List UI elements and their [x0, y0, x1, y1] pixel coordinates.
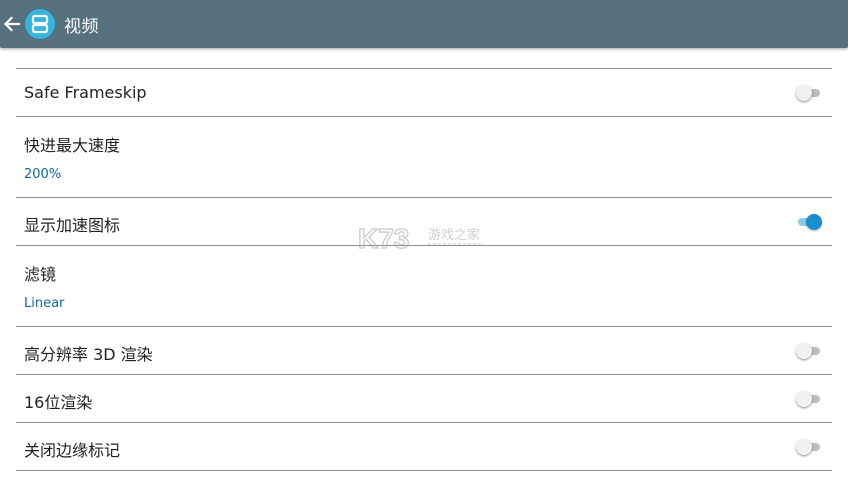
- setting-safe-frameskip[interactable]: Safe Frameskip: [16, 69, 832, 117]
- setting-title: 16位渲染: [24, 393, 93, 412]
- setting-fast-forward-max-speed[interactable]: 快进最大速度 200%: [16, 117, 832, 198]
- ds-emulator-logo-icon: [25, 9, 55, 39]
- setting-high-res-3d[interactable]: 高分辨率 3D 渲染: [16, 327, 832, 375]
- setting-title: 高分辨率 3D 渲染: [24, 345, 153, 364]
- back-button[interactable]: [0, 0, 24, 48]
- setting-value: Linear: [24, 296, 65, 311]
- switch-thumb: [796, 439, 812, 455]
- app-toolbar: 视频: [0, 0, 848, 48]
- high-res-3d-toggle[interactable]: [796, 343, 822, 359]
- setting-disable-edge-marking[interactable]: 关闭边缘标记: [16, 423, 832, 471]
- safe-frameskip-toggle[interactable]: [796, 85, 822, 101]
- switch-thumb: [796, 343, 812, 359]
- video-settings-list: Safe Frameskip 快进最大速度 200% 显示加速图标 滤镜 Lin…: [16, 68, 832, 471]
- arrow-left-icon: [3, 16, 21, 32]
- setting-title: 显示加速图标: [24, 216, 121, 235]
- show-speedup-icon-toggle[interactable]: [796, 214, 822, 230]
- switch-thumb: [806, 214, 822, 230]
- setting-16bit-rendering[interactable]: 16位渲染: [16, 375, 832, 423]
- page-title: 视频: [64, 16, 99, 37]
- setting-title: 关闭边缘标记: [24, 441, 121, 460]
- 16bit-rendering-toggle[interactable]: [796, 391, 822, 407]
- switch-thumb: [796, 85, 812, 101]
- setting-title: Safe Frameskip: [24, 83, 147, 102]
- setting-show-speedup-icon[interactable]: 显示加速图标: [16, 198, 832, 246]
- setting-value: 200%: [24, 167, 62, 182]
- setting-filter[interactable]: 滤镜 Linear: [16, 246, 832, 327]
- switch-thumb: [796, 391, 812, 407]
- setting-title: 快进最大速度: [24, 136, 121, 155]
- setting-title: 滤镜: [24, 265, 57, 284]
- disable-edge-marking-toggle[interactable]: [796, 439, 822, 455]
